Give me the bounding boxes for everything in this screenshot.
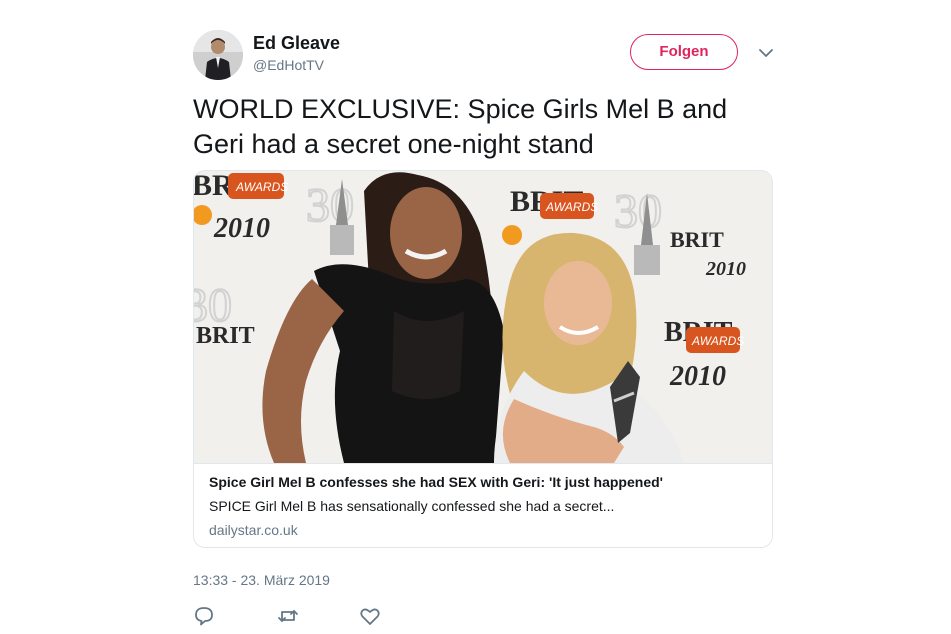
badge-label-2: AWARDS	[545, 200, 598, 214]
backdrop-year-2: 2010	[705, 258, 746, 280]
heart-icon[interactable]	[358, 604, 382, 628]
link-card[interactable]: BRIT 2010 BRIT BRIT 2010 BRIT BRIT 2010 …	[193, 170, 773, 548]
author-handle[interactable]: @EdHotTV	[253, 57, 324, 73]
thirty-numeral-3: 30	[194, 279, 232, 332]
reply-icon[interactable]	[192, 604, 216, 628]
author-name[interactable]: Ed Gleave	[253, 33, 340, 54]
follow-button[interactable]: Folgen	[630, 34, 738, 70]
card-text: Spice Girl Mel B confesses she had SEX w…	[194, 463, 772, 547]
card-image: BRIT 2010 BRIT BRIT 2010 BRIT BRIT 2010 …	[194, 171, 772, 463]
tweet-timestamp[interactable]: 13:33 - 23. März 2019	[193, 572, 330, 588]
tweet: Ed Gleave @EdHotTV Folgen WORLD EXCLUSIV…	[0, 0, 951, 634]
backdrop-year-1: 2010	[213, 213, 270, 244]
retweet-icon[interactable]	[276, 604, 300, 628]
avatar[interactable]	[193, 30, 243, 80]
thirty-numeral-2: 30	[614, 185, 662, 238]
badge-label-1: AWARDS	[235, 180, 288, 194]
avatar-image	[193, 30, 243, 80]
backdrop-brand-3: BRIT	[670, 227, 724, 252]
chevron-down-icon[interactable]	[757, 46, 775, 60]
backdrop-year-3: 2010	[669, 361, 726, 392]
card-title[interactable]: Spice Girl Mel B confesses she had SEX w…	[209, 474, 663, 490]
tweet-text: WORLD EXCLUSIVE: Spice Girls Mel B and G…	[193, 94, 728, 159]
card-domain: dailystar.co.uk	[209, 522, 298, 538]
badge-label-3: AWARDS	[691, 334, 744, 348]
card-description: SPICE Girl Mel B has sensationally confe…	[209, 498, 615, 514]
